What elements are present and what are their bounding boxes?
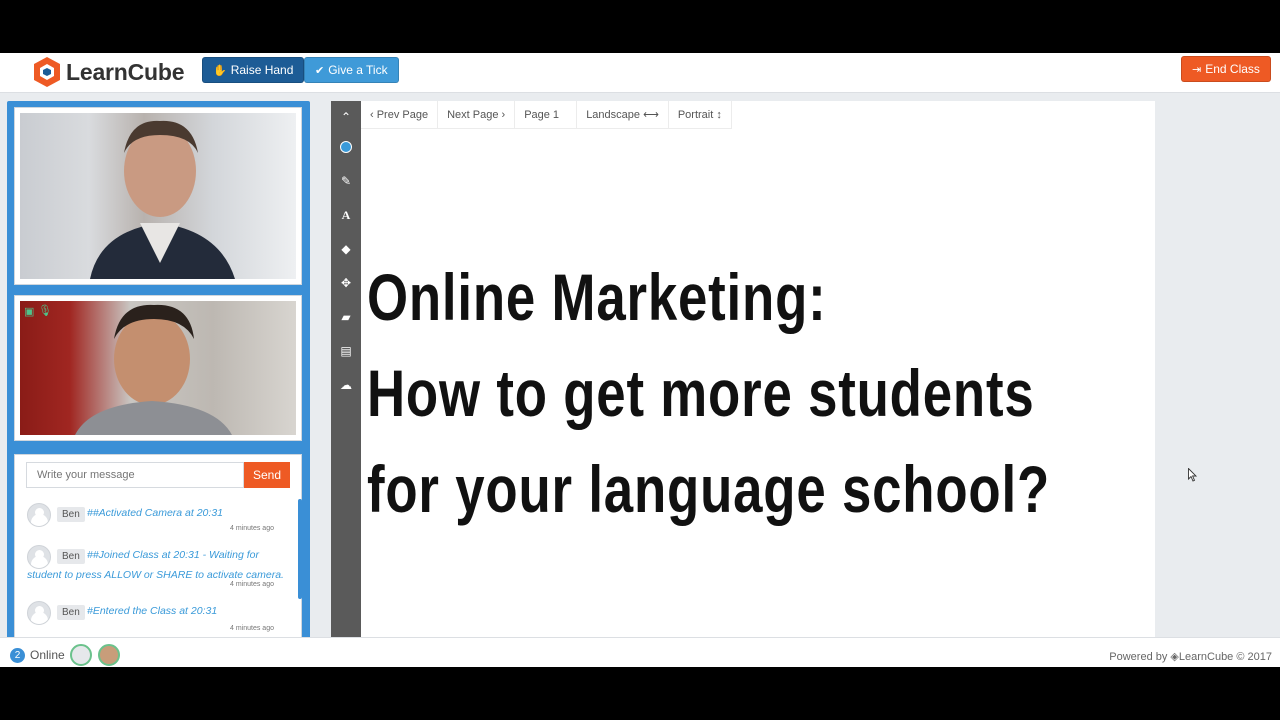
student-silhouette [75,304,232,435]
microphone-icon: 🎙 [38,305,52,317]
chevron-up-icon: ⌃ [340,110,352,124]
eraser-tool-button[interactable]: ▰ [331,307,361,327]
message-time: 4 minutes ago [230,625,274,632]
bottom-bar: 2 Online Powered by ◈LearnCube © 2017 [0,637,1280,667]
send-button[interactable]: Send [244,462,290,488]
author-badge: Ben [57,507,85,522]
chat-message: Ben ##Activated Camera at 20:31 4 minute… [15,495,293,532]
save-icon: ▤ [340,344,352,358]
text-icon: A [341,208,351,222]
pencil-tool-button[interactable]: ✎ [331,171,361,191]
drawing-toolbar: ⌃ ✎ A ◆ ✥ ▰ ▤ ☁ [331,101,361,641]
landscape-button[interactable]: Landscape ⟷ [577,101,669,129]
camera-icon: ▣ [24,306,35,318]
color-picker-button[interactable] [331,137,361,157]
student-video: ▣ 🎙 [14,295,302,441]
prev-page-button[interactable]: ‹ Prev Page [361,101,439,129]
raise-hand-button[interactable]: ✋ Raise Hand [202,57,305,83]
eraser-icon: ▰ [341,310,351,324]
learncube-logo-icon [34,57,60,87]
raise-hand-label: Raise Hand [230,63,294,77]
message-text-line1: ##Joined Class at 20:31 - Waiting for [87,549,259,561]
chat-message-list: Ben ##Activated Camera at 20:31 4 minute… [15,495,293,640]
cloud-upload-icon: ☁ [340,378,352,392]
logo: LearnCube [32,55,185,89]
chat-message: Ben ##Joined Class at 20:31 - Waiting fo… [15,535,293,588]
powered-by-text: Powered by ◈LearnCube © 2017 [1109,651,1272,663]
collapse-toolbar-button[interactable]: ⌃ [331,107,361,127]
message-text: #Entered the Class at 20:31 [87,605,218,617]
text-tool-button[interactable]: A [331,205,361,225]
slide-title-line3: for your language school? [367,452,1050,526]
author-badge: Ben [57,605,85,620]
slide-title-line1: Online Marketing: [367,260,827,334]
message-time: 4 minutes ago [230,525,274,532]
online-count-badge: 2 [10,648,25,663]
move-icon: ✥ [340,276,352,290]
author-badge: Ben [57,549,85,564]
message-text: ##Activated Camera at 20:31 [87,507,223,519]
give-tick-button[interactable]: ✔ Give a Tick [304,57,399,83]
next-page-button[interactable]: Next Page › [438,101,516,129]
mouse-cursor-icon [1188,468,1198,482]
chat-scrollbar[interactable] [298,499,302,599]
app-frame: LearnCube ✋ Raise Hand ✔ Give a Tick ⇥ E… [0,53,1280,667]
left-panel: ▣ 🎙 Send Ben ##Activated Camera at 20:31… [7,101,310,641]
message-time: 4 minutes ago [230,581,274,588]
whiteboard[interactable]: ‹ Prev Page Next Page › Page 1 Landscape… [361,101,1155,641]
end-class-button[interactable]: ⇥ End Class [1181,56,1271,82]
check-circle-icon: ✔ [315,64,325,77]
teacher-video [14,107,302,285]
save-button[interactable]: ▤ [331,341,361,361]
page-indicator: Page 1 [515,101,578,129]
slide-title: Online Marketing: How to get more studen… [367,249,1050,537]
pencil-icon: ✎ [340,174,352,188]
teacher-silhouette [90,120,235,279]
online-label: Online [30,648,65,662]
give-tick-label: Give a Tick [328,63,388,77]
shape-tool-button[interactable]: ◆ [331,239,361,259]
avatar [27,601,51,625]
sign-out-icon: ⇥ [1192,63,1202,76]
shape-cube-icon: ◆ [341,242,351,256]
portrait-button[interactable]: Portrait ↕ [668,101,732,129]
student-video-feed: ▣ 🎙 [20,301,296,435]
upload-button[interactable]: ☁ [331,375,361,395]
end-class-label: End Class [1205,62,1260,76]
color-circle-icon [340,141,352,153]
chat-panel: Send Ben ##Activated Camera at 20:31 4 m… [14,454,302,641]
page-navigation-bar: ‹ Prev Page Next Page › Page 1 Landscape… [361,101,732,129]
move-tool-button[interactable]: ✥ [331,273,361,293]
chat-message: Ben #Entered the Class at 20:31 4 minute… [15,595,293,632]
top-bar: LearnCube ✋ Raise Hand ✔ Give a Tick ⇥ E… [0,53,1280,93]
teacher-video-feed [20,113,296,279]
hand-icon: ✋ [213,64,227,77]
chat-message-input[interactable] [26,462,244,488]
participant-avatar[interactable] [98,644,120,666]
participant-avatar[interactable] [70,644,92,666]
avatar [27,503,51,527]
logo-text: LearnCube [66,58,185,85]
slide-title-line2: How to get more students [367,356,1035,430]
